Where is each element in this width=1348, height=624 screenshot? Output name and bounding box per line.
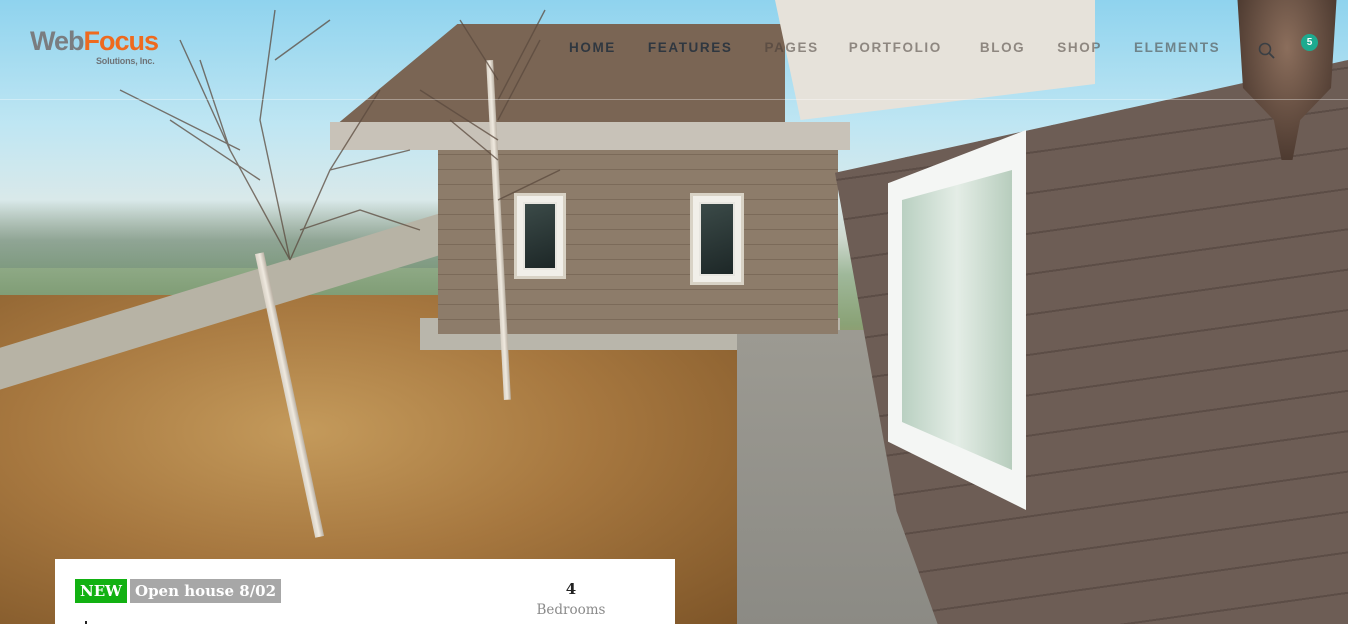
logo-web: Web <box>30 26 85 56</box>
logo[interactable]: WebFocus Solutions, Inc. <box>30 26 160 72</box>
nav-item-blog[interactable]: BLOG <box>980 40 1025 55</box>
bedrooms-value: 4 <box>565 580 577 598</box>
bedrooms-label: Bedrooms <box>536 602 606 618</box>
nav-item-home[interactable]: HOME <box>569 40 616 55</box>
nav-item-portfolio[interactable]: PORTFOLIO <box>849 40 942 55</box>
logo-wordmark: WebFocus <box>30 26 160 56</box>
search-button[interactable] <box>1257 41 1277 61</box>
badge-open-house: Open house 8/02 <box>130 579 282 603</box>
nav-item-pages[interactable]: PAGES <box>764 40 818 55</box>
nav-item-shop[interactable]: SHOP <box>1057 40 1102 55</box>
cart-count-badge[interactable]: 5 <box>1301 34 1318 51</box>
logo-subtitle: Solutions, Inc. <box>96 56 155 66</box>
nav-item-elements[interactable]: ELEMENTS <box>1134 40 1220 55</box>
listing-card: NEW Open house 8/02 4 Bedrooms <box>55 559 675 624</box>
badge-new: NEW <box>75 579 127 603</box>
logo-focus: Focus <box>83 26 160 56</box>
main-nav: HOME FEATURES PAGES PORTFOLIO BLOG SHOP … <box>569 40 1220 55</box>
nav-item-features[interactable]: FEATURES <box>648 40 733 55</box>
search-icon <box>1258 42 1275 59</box>
site-header: WebFocus Solutions, Inc. HOME FEATURES P… <box>0 0 1348 100</box>
